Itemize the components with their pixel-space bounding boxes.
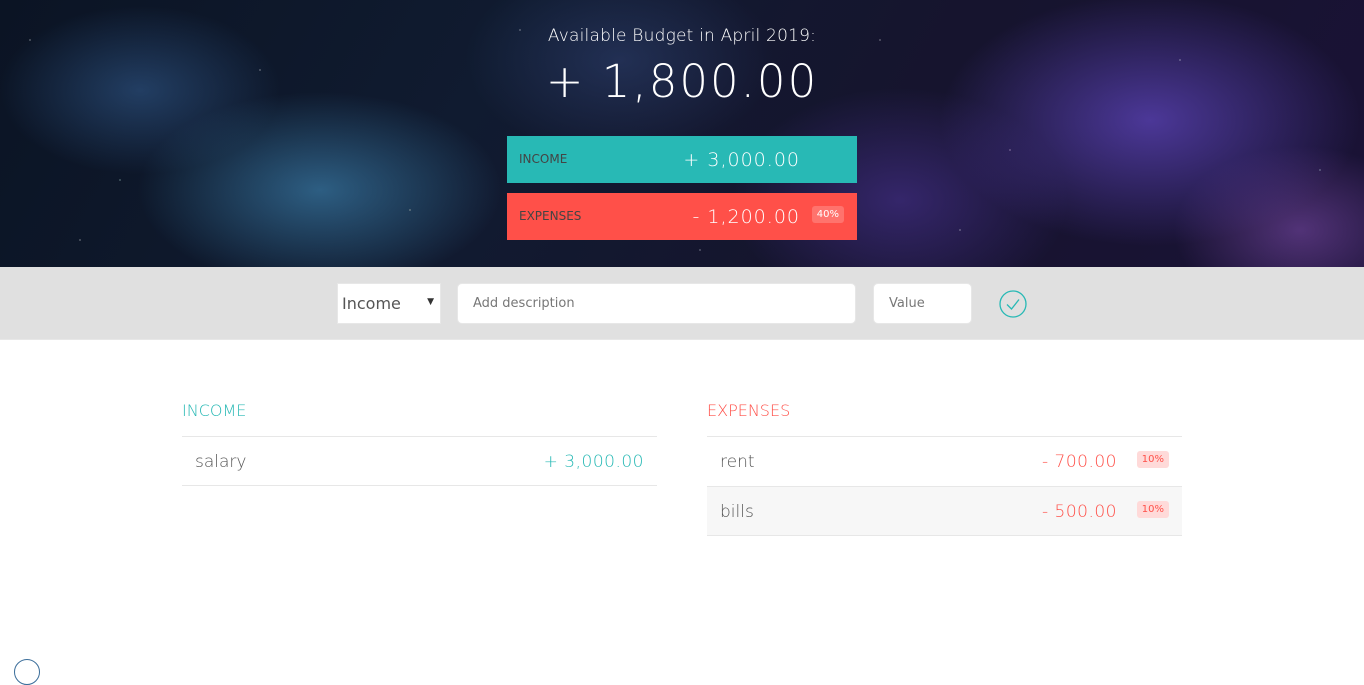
add-submit-button[interactable] — [998, 289, 1028, 319]
item-value: - 700.00 — [1041, 452, 1117, 472]
item-percentage-badge: 10% — [1136, 451, 1169, 468]
item-percentage-badge: 10% — [1136, 501, 1169, 518]
budget-value: + 1,800.00 — [545, 55, 819, 108]
item-description: bills — [720, 502, 754, 522]
expenses-summary-value: - 1,200.00 — [692, 206, 800, 228]
income-item[interactable]: salary + 3,000.00 — [182, 436, 657, 486]
type-select[interactable]: Income ▼ — [337, 283, 441, 324]
expenses-summary: Expenses - 1,200.00 40% — [507, 193, 857, 240]
budget-summary: Available Budget in April 2019: + 1,800.… — [0, 0, 1364, 108]
expenses-list-title: Expenses — [707, 401, 791, 420]
expenses-percentage-badge: 40% — [811, 206, 844, 223]
add-entry-bar: Income ▼ Add description Value — [0, 267, 1364, 340]
expenses-summary-label: Expenses — [519, 209, 582, 223]
income-summary-label: Income — [519, 152, 568, 166]
expense-item[interactable]: bills - 500.00 10% — [707, 486, 1182, 536]
description-input[interactable]: Add description — [457, 283, 856, 324]
partial-circle-icon — [14, 659, 40, 685]
checkmark-circle-icon — [999, 290, 1027, 318]
item-description: salary — [195, 452, 247, 472]
income-summary-value: + 3,000.00 — [683, 149, 800, 171]
budget-header: Available Budget in April 2019: + 1,800.… — [0, 0, 1364, 267]
item-value: + 3,000.00 — [543, 452, 644, 472]
budget-title: Available Budget in April 2019: — [547, 26, 817, 46]
type-select-value: Income — [342, 294, 401, 313]
item-value: - 500.00 — [1041, 502, 1117, 522]
value-input[interactable]: Value — [873, 283, 972, 324]
income-list-title: Income — [182, 401, 247, 420]
income-list: Income salary + 3,000.00 — [182, 398, 657, 486]
expenses-list: Expenses rent - 700.00 10% bills - 500.0… — [707, 398, 1182, 536]
expense-item[interactable]: rent - 700.00 10% — [707, 436, 1182, 486]
item-description: rent — [720, 452, 755, 472]
income-summary: Income + 3,000.00 — [507, 136, 857, 183]
dropdown-arrow-icon: ▼ — [427, 297, 434, 307]
